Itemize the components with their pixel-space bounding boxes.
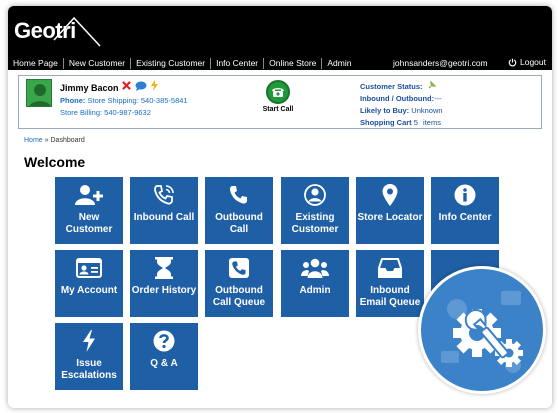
nav-admin[interactable]: Admin (322, 58, 356, 69)
cart-count: 5 (413, 118, 418, 127)
nav-existing-customer[interactable]: Existing Customer (131, 57, 212, 69)
cart-label: Shopping Cart (360, 118, 412, 127)
hourglass-icon (130, 257, 198, 279)
customer-actions (122, 80, 158, 91)
inout-value: --- (434, 94, 442, 103)
nav-online-store[interactable]: Online Store (264, 57, 323, 69)
tile-store-locator[interactable]: Store Locator (356, 177, 424, 244)
breadcrumb-current: Dashboard (50, 137, 85, 144)
tile-label: Existing Customer (291, 212, 339, 235)
breadcrumb-home[interactable]: Home (24, 137, 43, 144)
nav-home-page[interactable]: Home Page (8, 57, 64, 69)
phone-label: Phone: (60, 96, 86, 105)
customer-billing: Store Billing: 540-987-9632 (60, 108, 151, 117)
tile-label: Store Locator (357, 212, 423, 223)
cart-unit: items (423, 118, 441, 127)
tile-inbound-call[interactable]: Inbound Call (130, 177, 198, 244)
likely-value: Unknown (411, 106, 443, 115)
user-circle-icon (281, 184, 349, 206)
customer-status: Customer Status: (360, 80, 437, 91)
info-icon (431, 184, 499, 206)
users-icon (281, 257, 349, 279)
phone-icon (266, 80, 290, 104)
start-call-button[interactable]: Start Call (256, 80, 300, 113)
tile-order-history[interactable]: Order History (130, 250, 198, 317)
customer-name: Jimmy Bacon (60, 83, 119, 93)
id-card-icon (55, 257, 123, 279)
settings-badge (418, 266, 546, 394)
pin-icon (428, 80, 437, 89)
chat-icon[interactable] (135, 81, 147, 91)
tile-q-and-a[interactable]: Q & A (130, 323, 198, 390)
logo-roof-icon (53, 16, 101, 47)
tile-label: Inbound Email Queue (359, 285, 421, 308)
tile-admin[interactable]: Admin (281, 250, 349, 317)
power-icon (508, 58, 517, 66)
tile-existing-customer[interactable]: Existing Customer (281, 177, 349, 244)
breadcrumb-separator: » (44, 137, 49, 144)
shopping-cart[interactable]: Shopping Cart 5 items (360, 118, 441, 127)
tile-label: Inbound Call (133, 212, 195, 223)
tile-label: Q & A (150, 358, 178, 369)
tile-new-customer[interactable]: New Customer (55, 177, 123, 244)
inbound-outbound: Inbound / Outbound:--- (360, 94, 442, 103)
logout-label: Logout (520, 57, 546, 67)
tile-label: Order History (131, 285, 197, 296)
tile-label: Info Center (438, 212, 492, 223)
inout-label: Inbound / Outbound: (360, 94, 435, 103)
phone-square-icon (205, 257, 273, 279)
close-icon[interactable] (122, 81, 131, 90)
phone-ringing-icon (130, 184, 198, 206)
tile-issue-escalations[interactable]: Issue Escalations (55, 323, 123, 390)
user-email: johnsanders@geotri.com (393, 58, 488, 68)
nav-new-customer[interactable]: New Customer (64, 57, 132, 69)
tile-info-center[interactable]: Info Center (431, 177, 499, 244)
customer-phone: Phone: Store Shipping: 540-385-5841 (60, 96, 188, 105)
logout-button[interactable]: Logout (508, 57, 546, 67)
nav-info-center[interactable]: Info Center (211, 57, 265, 69)
tile-outbound-call-queue[interactable]: Outbound Call Queue (205, 250, 273, 317)
person-icon (29, 84, 51, 106)
start-call-label: Start Call (262, 106, 294, 113)
inbox-icon (356, 257, 424, 279)
tile-inbound-email-queue[interactable]: Inbound Email Queue (356, 250, 424, 317)
likely-label: Likely to Buy: (360, 106, 410, 115)
tile-label: Outbound Call (215, 212, 263, 235)
breadcrumb: Home » Dashboard (24, 137, 85, 144)
lightning-icon[interactable] (151, 80, 158, 91)
tile-outbound-call[interactable]: Outbound Call (205, 177, 273, 244)
question-icon (130, 330, 198, 352)
tile-label: Issue Escalations (61, 358, 117, 381)
customer-avatar (26, 79, 52, 107)
lightning-icon (55, 330, 123, 352)
phone-value: Store Shipping: 540-385-5841 (87, 96, 188, 105)
add-user-icon (55, 184, 123, 206)
tile-label: My Account (60, 285, 118, 296)
phone-icon (205, 184, 273, 206)
gear-wrench-icon (441, 291, 523, 373)
page-title: Welcome (24, 154, 86, 170)
tile-label: Admin (299, 285, 331, 296)
tile-label: New Customer (65, 212, 113, 235)
tile-my-account[interactable]: My Account (55, 250, 123, 317)
likely-to-buy: Likely to Buy: Unknown (360, 106, 443, 115)
app-window: Geotri Home Page New Customer Existing C… (8, 6, 552, 408)
tile-label: Outbound Call Queue (212, 285, 266, 308)
map-pin-icon (356, 184, 424, 206)
status-label: Customer Status: (360, 82, 423, 91)
